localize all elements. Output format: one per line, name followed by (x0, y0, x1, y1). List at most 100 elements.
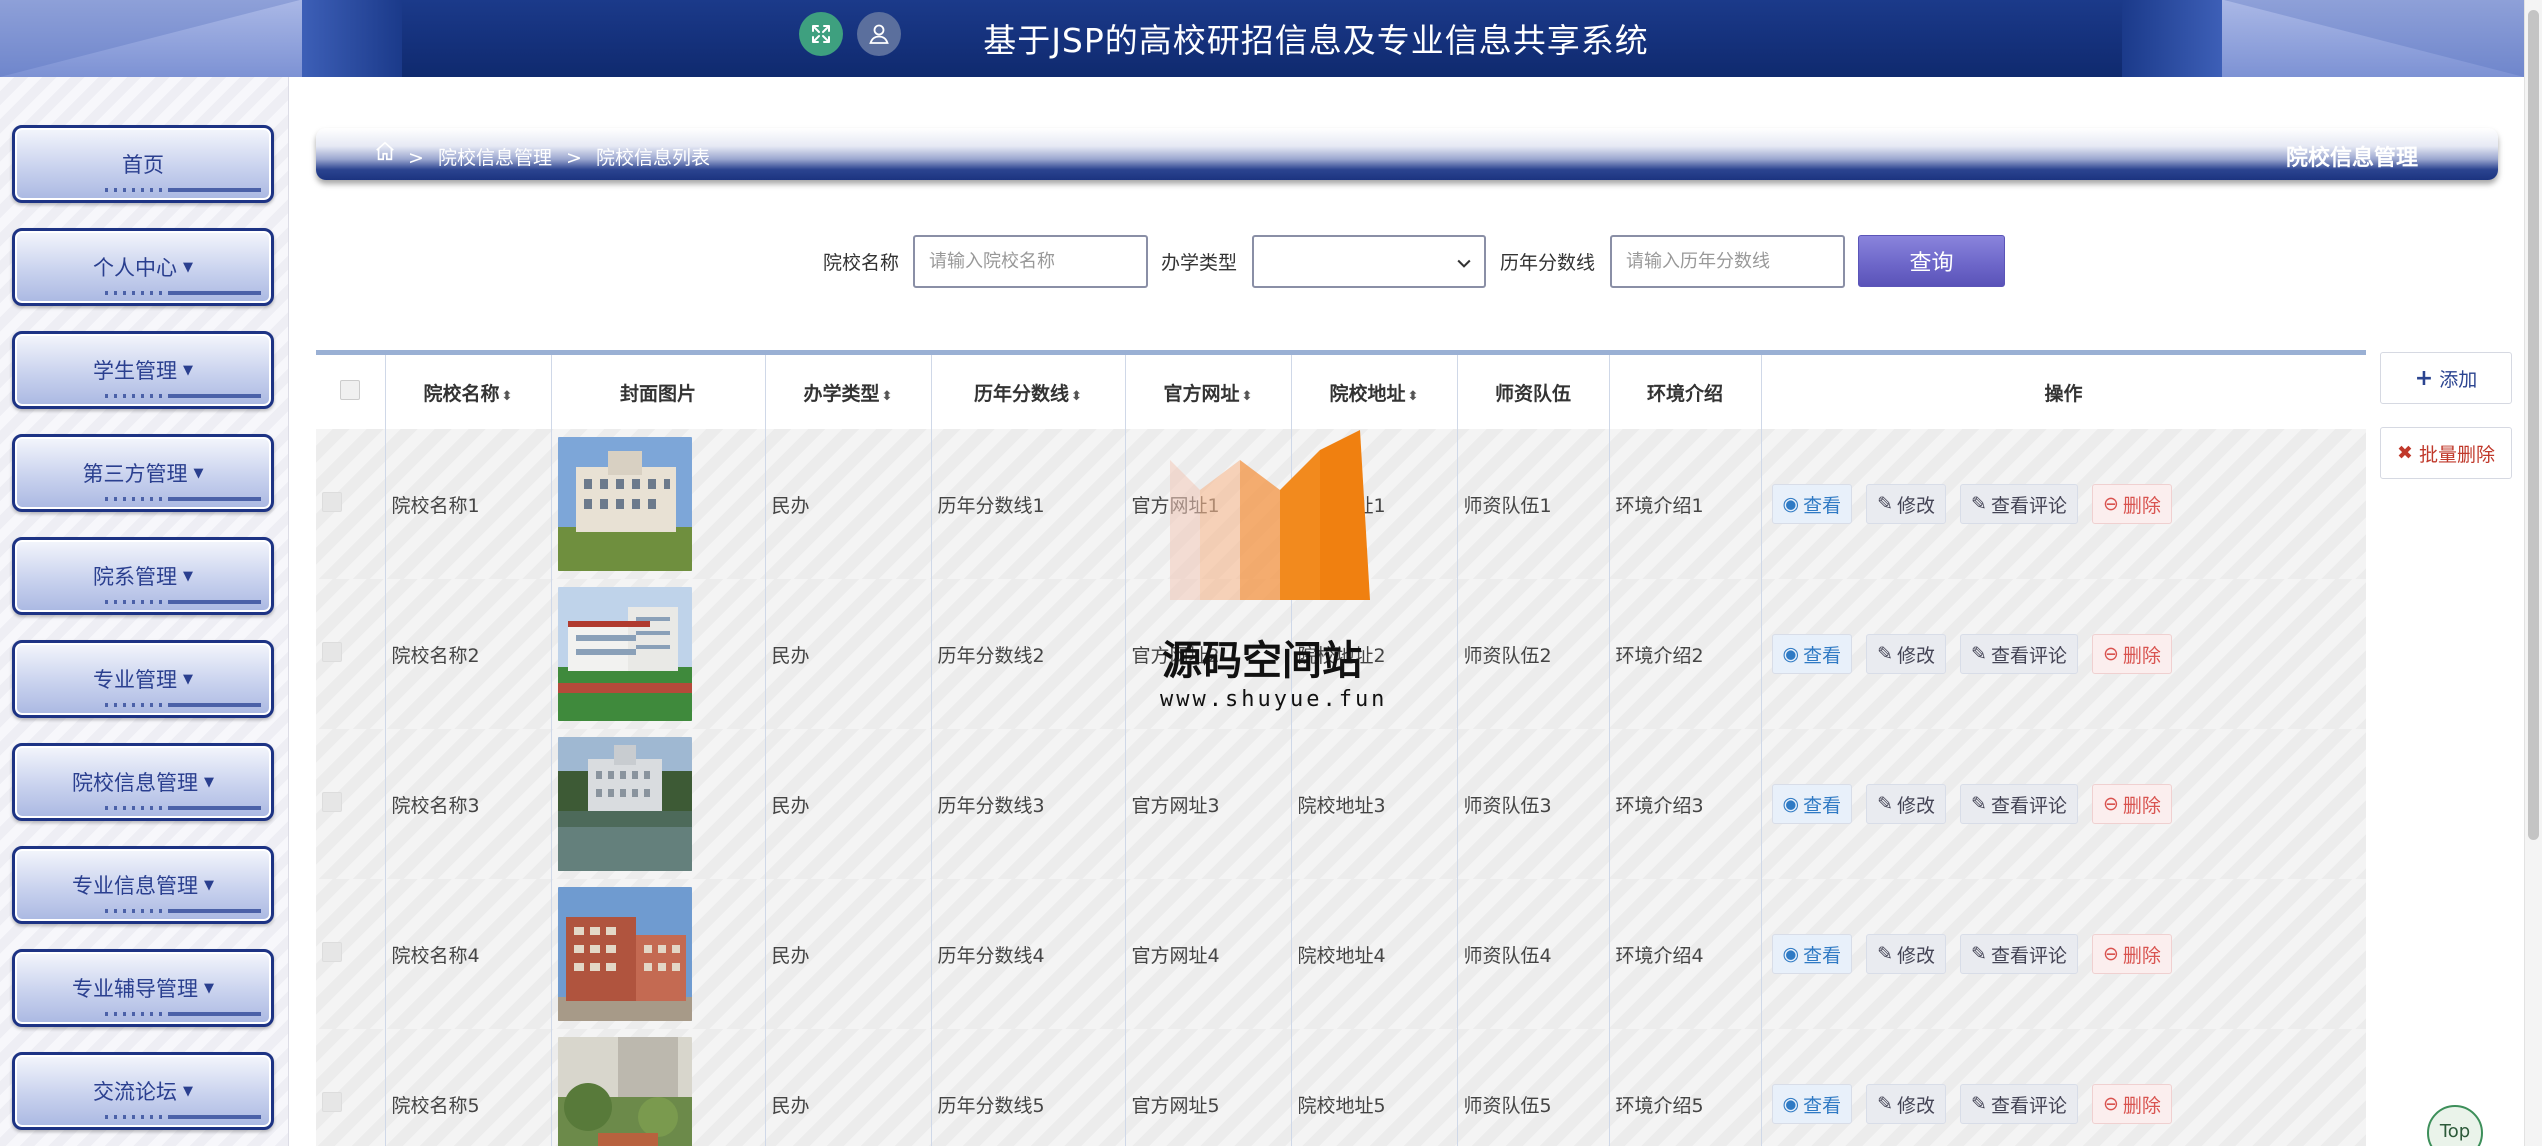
sidebar-item-label: 院系管理 (93, 565, 177, 589)
delete-button[interactable]: ⊖ 删除 (2091, 634, 2172, 674)
column-header-score[interactable]: 历年分数线 ⬍ (931, 355, 1126, 429)
select-all-checkbox[interactable] (340, 379, 361, 400)
view-button[interactable]: ◉ 查看 (1771, 784, 1853, 824)
menu-decoration (100, 394, 261, 398)
view-comments-button[interactable]: ✎ 查看评论 (1960, 934, 2078, 974)
caret-down-icon: ▼ (204, 980, 214, 996)
breadcrumb-sep: > (408, 147, 424, 169)
school-type-label: 办学类型 (1161, 252, 1238, 274)
sidebar-item-home[interactable]: 首页 (12, 125, 274, 203)
caret-down-icon: ▼ (183, 1083, 193, 1099)
row-checkbox[interactable] (322, 791, 342, 812)
page-scrollbar[interactable] (2524, 0, 2542, 1146)
cell-address: 院校地址5 (1291, 1029, 1458, 1146)
home-icon[interactable] (374, 140, 396, 166)
row-actions: ◉ 查看 ✎ 修改 ✎ 查看评论 ⊖ 删除 (1768, 484, 2366, 524)
page-title: 院校信息管理 (2285, 146, 2418, 171)
sidebar-item-major-tutoring[interactable]: 专业辅导管理 ▼ (12, 949, 274, 1027)
cell-faculty: 师资队伍2 (1457, 579, 1610, 729)
column-header-address[interactable]: 院校地址 ⬍ (1291, 355, 1458, 429)
edit-button[interactable]: ✎ 修改 (1866, 934, 1947, 974)
delete-button[interactable]: ⊖ 删除 (2091, 484, 2172, 524)
cell-environment: 环境介绍3 (1609, 729, 1762, 879)
delete-button[interactable]: ⊖ 删除 (2091, 934, 2172, 974)
school-name-label: 院校名称 (823, 252, 900, 274)
pencil-icon: ✎ (1877, 1093, 1894, 1115)
cell-name: 院校名称1 (385, 429, 552, 579)
batch-delete-label: 批量删除 (2418, 443, 2495, 466)
row-checkbox[interactable] (322, 491, 342, 512)
row-checkbox[interactable] (322, 641, 342, 662)
app-title: 基于JSP的高校研招信息及专业信息共享系统 (0, 14, 2524, 62)
breadcrumb-bar: > 院校信息管理 > 院校信息列表 院校信息管理 (316, 128, 2498, 180)
column-header-name[interactable]: 院校名称 ⬍ (385, 355, 552, 429)
sidebar-item-major-info[interactable]: 专业信息管理 ▼ (12, 846, 274, 924)
edit-button[interactable]: ✎ 修改 (1866, 784, 1947, 824)
cover-image[interactable] (557, 587, 692, 721)
app-header: 基于JSP的高校研招信息及专业信息共享系统 (0, 0, 2524, 77)
menu-decoration (100, 497, 261, 501)
menu-decoration (100, 600, 261, 604)
cell-type: 民办 (765, 879, 932, 1029)
column-header-ops: 操作 (1761, 355, 2366, 429)
back-to-top-button[interactable]: Top (2427, 1105, 2483, 1146)
row-checkbox[interactable] (322, 1091, 342, 1112)
view-comments-button[interactable]: ✎ 查看评论 (1960, 634, 2078, 674)
pencil-icon: ✎ (1971, 793, 1987, 815)
sidebar-item-third-party[interactable]: 第三方管理 ▼ (12, 434, 274, 512)
cell-faculty: 师资队伍1 (1457, 429, 1610, 579)
cell-name: 院校名称4 (385, 879, 552, 1029)
menu-decoration (100, 1115, 261, 1119)
scrollbar-thumb[interactable] (2528, 10, 2539, 840)
view-button[interactable]: ◉ 查看 (1771, 934, 1853, 974)
cover-image[interactable] (557, 437, 692, 571)
cover-image[interactable] (557, 737, 692, 871)
menu-decoration (100, 909, 261, 913)
eye-icon: ◉ (1782, 493, 1800, 515)
cell-score: 历年分数线4 (931, 879, 1126, 1029)
minus-circle-icon: ⊖ (2102, 1093, 2119, 1115)
sidebar-item-majors[interactable]: 专业管理 ▼ (12, 640, 274, 718)
view-comments-button[interactable]: ✎ 查看评论 (1960, 784, 2078, 824)
column-header-website[interactable]: 官方网址 ⬍ (1125, 355, 1292, 429)
row-actions: ◉ 查看 ✎ 修改 ✎ 查看评论 ⊖ 删除 (1768, 934, 2366, 974)
cover-image[interactable] (557, 1037, 692, 1146)
column-header-type[interactable]: 办学类型 ⬍ (765, 355, 932, 429)
sidebar-item-departments[interactable]: 院系管理 ▼ (12, 537, 274, 615)
school-type-select[interactable] (1252, 235, 1486, 288)
sidebar-item-school-info[interactable]: 院校信息管理 ▼ (12, 743, 274, 821)
edit-button[interactable]: ✎ 修改 (1866, 1084, 1947, 1124)
cover-image[interactable] (557, 887, 692, 1021)
edit-button[interactable]: ✎ 修改 (1866, 634, 1947, 674)
score-input[interactable] (1610, 235, 1845, 288)
delete-button[interactable]: ⊖ 删除 (2091, 1084, 2172, 1124)
sidebar-item-forum[interactable]: 交流论坛 ▼ (12, 1052, 274, 1130)
view-comments-button[interactable]: ✎ 查看评论 (1960, 1084, 2078, 1124)
school-name-input[interactable] (913, 235, 1148, 288)
view-button[interactable]: ◉ 查看 (1771, 484, 1853, 524)
row-checkbox[interactable] (322, 941, 342, 962)
delete-button[interactable]: ⊖ 删除 (2091, 784, 2172, 824)
view-comments-button[interactable]: ✎ 查看评论 (1960, 484, 2078, 524)
breadcrumb-item-school-list[interactable]: 院校信息列表 (596, 147, 710, 169)
watermark-url: www.shuyue.fun (1160, 687, 1388, 712)
menu-decoration (100, 188, 261, 192)
sidebar-item-label: 个人中心 (93, 256, 177, 280)
column-header-cover: 封面图片 (551, 355, 766, 429)
cell-address: 院校地址3 (1291, 729, 1458, 879)
cell-name: 院校名称2 (385, 579, 552, 729)
pencil-icon: ✎ (1971, 943, 1987, 965)
batch-delete-button[interactable]: ✖ 批量删除 (2380, 427, 2512, 479)
edit-button[interactable]: ✎ 修改 (1866, 484, 1947, 524)
breadcrumb-item-school-info[interactable]: 院校信息管理 (438, 147, 552, 169)
score-label: 历年分数线 (1500, 252, 1596, 274)
row-actions: ◉ 查看 ✎ 修改 ✎ 查看评论 ⊖ 删除 (1768, 634, 2366, 674)
sidebar-item-students[interactable]: 学生管理 ▼ (12, 331, 274, 409)
query-button[interactable]: 查询 (1858, 235, 2005, 287)
sidebar-item-personal-center[interactable]: 个人中心 ▼ (12, 228, 274, 306)
view-button[interactable]: ◉ 查看 (1771, 634, 1853, 674)
view-button[interactable]: ◉ 查看 (1771, 1084, 1853, 1124)
sidebar-item-label: 交流论坛 (93, 1080, 177, 1104)
add-button[interactable]: + 添加 (2380, 352, 2512, 404)
sort-icon: ⬍ (1407, 388, 1419, 404)
